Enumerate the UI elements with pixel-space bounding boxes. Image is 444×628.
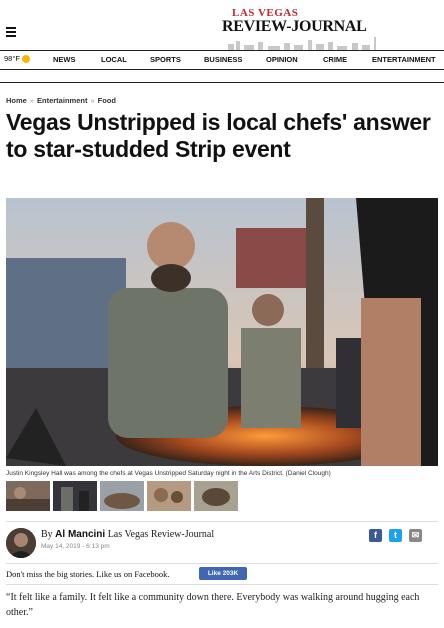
- nav-entertainment[interactable]: ENTERTAINMENT: [372, 55, 436, 64]
- facebook-icon[interactable]: f: [369, 529, 382, 542]
- skyline-graphic: [228, 37, 376, 50]
- article-headline: Vegas Unstripped is local chefs' answer …: [6, 109, 431, 162]
- weather-widget[interactable]: 98°F: [4, 54, 30, 63]
- author-name[interactable]: Al Mancini: [55, 529, 105, 540]
- facebook-prompt: Don't miss the big stories. Like us on F…: [6, 569, 170, 579]
- breadcrumb-entertainment[interactable]: Entertainment: [37, 96, 87, 105]
- facebook-like-button[interactable]: Like 203K: [199, 567, 247, 580]
- temperature: 98°F: [4, 54, 20, 63]
- header-divider: [0, 82, 444, 83]
- publication-name: Las Vegas Review-Journal: [107, 529, 215, 540]
- nav-business[interactable]: BUSINESS: [204, 55, 242, 64]
- gallery-thumb-1[interactable]: [6, 481, 50, 511]
- byline-divider: [6, 521, 438, 522]
- logo-bottom-text: REVIEW-JOURNAL: [222, 18, 367, 35]
- nav-sports[interactable]: SPORTS: [150, 55, 181, 64]
- photo-caption: Justin Kingsley Hall was among the chefs…: [6, 470, 331, 477]
- nav-opinion[interactable]: OPINION: [266, 55, 298, 64]
- nav-local[interactable]: LOCAL: [101, 55, 127, 64]
- hero-photo[interactable]: [6, 198, 438, 466]
- nav-news[interactable]: NEWS: [53, 55, 76, 64]
- gallery-thumb-5[interactable]: [194, 481, 238, 511]
- article-lead-quote: “It felt like a family. It felt like a c…: [6, 592, 420, 618]
- gallery-thumb-2[interactable]: [53, 481, 97, 511]
- photo-gallery-thumbs: [6, 481, 246, 511]
- gallery-thumb-4[interactable]: [147, 481, 191, 511]
- breadcrumb-home[interactable]: Home: [6, 96, 27, 105]
- breadcrumb: Home» Entertainment» Food: [6, 96, 116, 105]
- nav-crime[interactable]: CRIME: [323, 55, 347, 64]
- main-nav: 98°F NEWS LOCAL SPORTS BUSINESS OPINION …: [0, 50, 444, 70]
- fb-divider-bottom: [6, 584, 438, 585]
- twitter-icon[interactable]: t: [389, 529, 402, 542]
- menu-icon[interactable]: [6, 27, 16, 37]
- byline: By Al Mancini Las Vegas Review-Journal: [41, 529, 214, 540]
- byline-prefix: By: [41, 529, 53, 540]
- email-icon[interactable]: ✉: [409, 529, 422, 542]
- gallery-thumb-3[interactable]: [100, 481, 144, 511]
- publish-date: May 14, 2019 - 6:13 pm: [41, 543, 110, 550]
- author-avatar: [6, 528, 36, 558]
- breadcrumb-food[interactable]: Food: [98, 96, 116, 105]
- sun-icon: [21, 54, 30, 63]
- fb-divider-top: [6, 563, 438, 564]
